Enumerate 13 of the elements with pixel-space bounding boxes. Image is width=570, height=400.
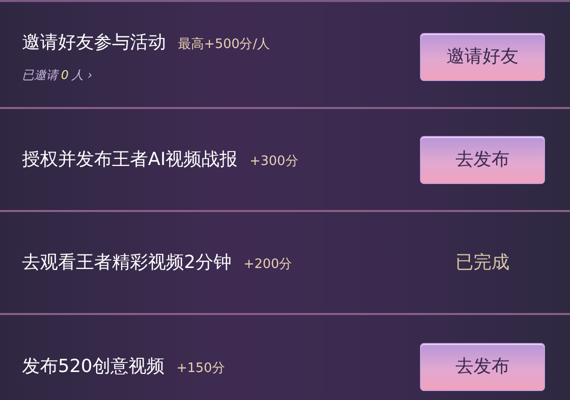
task-title: 授权并发布王者AI视频战报 — [22, 148, 238, 172]
reward-text: +150分 — [176, 360, 226, 378]
invited-count-link[interactable]: 已邀请 0 人 › — [22, 66, 92, 84]
action-button[interactable]: 去发布 — [420, 342, 545, 390]
task-title: 邀请好友参与活动 — [22, 31, 166, 55]
task-title: 去观看王者精彩视频2分钟 — [22, 251, 232, 275]
action-button[interactable]: 去发布 — [420, 136, 545, 184]
reward-text: 最高+500分/人 — [178, 36, 270, 54]
reward-text: +300分 — [250, 153, 298, 171]
reward-text: +200分 — [243, 256, 292, 274]
action-button[interactable]: 邀请好友 — [420, 32, 545, 80]
completed-status: 已完成 — [454, 251, 510, 275]
task-title: 发布520创意视频 — [22, 355, 164, 379]
